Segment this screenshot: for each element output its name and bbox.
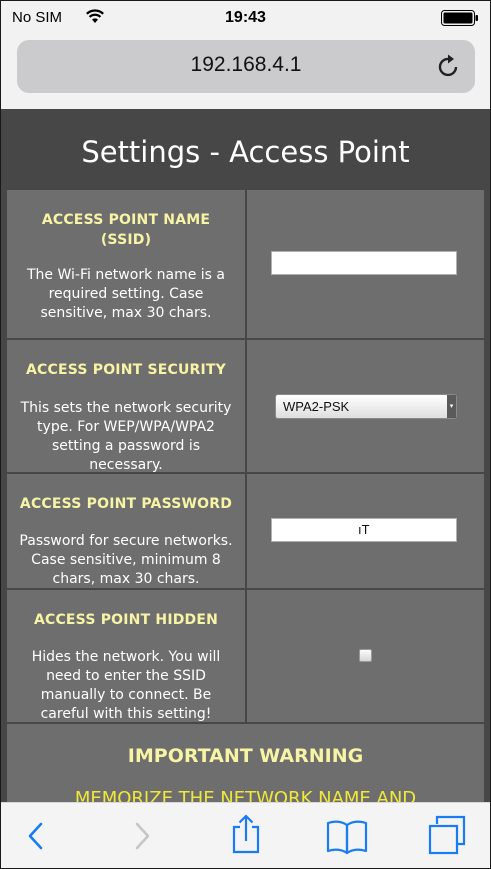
- phone-screen: No SIM 19:43 192.168.4.1 Settings - Acce…: [0, 0, 491, 869]
- password-label-cell: ACCESS POINT PASSWORD Password for secur…: [7, 474, 245, 588]
- web-content: Settings - Access Point ACCESS POINT NAM…: [1, 109, 490, 802]
- forward-icon[interactable]: [131, 819, 153, 857]
- url-text[interactable]: 192.168.4.1: [17, 53, 475, 77]
- back-icon[interactable]: [25, 819, 47, 857]
- hidden-row: ACCESS POINT HIDDEN Hides the network. Y…: [7, 590, 484, 722]
- password-input-cell: ıT: [247, 474, 484, 588]
- password-input[interactable]: ıT: [271, 518, 457, 542]
- ssid-row: ACCESS POINT NAME (SSID) The Wi-Fi netwo…: [7, 190, 484, 338]
- warning-box: IMPORTANT WARNING MEMORIZE THE NETWORK N…: [7, 724, 484, 802]
- ssid-desc-line: sensitive, max 30 chars.: [40, 305, 212, 321]
- password-desc-line: Case sensitive, minimum 8: [31, 552, 221, 568]
- page-title: Settings - Access Point: [81, 135, 410, 169]
- hidden-desc-line: Hides the network. You will: [31, 649, 221, 665]
- hidden-checkbox-cell: [247, 590, 484, 722]
- hidden-title: ACCESS POINT HIDDEN: [33, 612, 219, 628]
- security-select-value: WPA2-PSK: [283, 399, 350, 414]
- ssid-input[interactable]: [271, 251, 457, 275]
- chevron-down-icon[interactable]: ▾: [447, 395, 456, 418]
- hidden-desc-line: careful with this setting!: [40, 706, 212, 722]
- hidden-checkbox[interactable]: [359, 649, 372, 662]
- address-bar[interactable]: 192.168.4.1: [17, 40, 475, 93]
- security-desc-line: This sets the network security: [20, 400, 232, 416]
- password-desc-line: chars, max 30 chars.: [52, 571, 200, 587]
- hidden-desc-line: manually to connect. Be: [40, 687, 212, 703]
- password-title: ACCESS POINT PASSWORD: [19, 496, 233, 512]
- battery-icon: [441, 10, 478, 26]
- ssid-desc-line: The Wi-Fi network name is a: [26, 267, 225, 283]
- ssid-title: ACCESS POINT NAME: [41, 212, 211, 228]
- browser-toolbar: [1, 802, 490, 868]
- warning-title: IMPORTANT WARNING: [127, 745, 364, 767]
- hidden-label-cell: ACCESS POINT HIDDEN Hides the network. Y…: [7, 590, 245, 722]
- ssid-desc-line: required setting. Case: [48, 286, 204, 302]
- security-select[interactable]: WPA2-PSK ▾: [275, 394, 457, 419]
- clock: 19:43: [225, 9, 266, 26]
- bookmarks-icon[interactable]: [326, 817, 368, 859]
- security-select-cell: WPA2-PSK ▾: [247, 340, 484, 472]
- hidden-desc-line: need to enter the SSID: [46, 668, 206, 684]
- reload-icon[interactable]: [437, 53, 461, 83]
- tabs-icon[interactable]: [427, 815, 467, 859]
- share-icon[interactable]: [229, 813, 263, 859]
- security-label-cell: ACCESS POINT SECURITY This sets the netw…: [7, 340, 245, 473]
- security-desc-line: necessary.: [89, 457, 163, 473]
- security-row: ACCESS POINT SECURITY This sets the netw…: [7, 340, 484, 473]
- ssid-input-cell: [247, 190, 484, 338]
- security-desc-line: type. For WEP/WPA/WPA2: [37, 419, 215, 435]
- warning-text: MEMORIZE THE NETWORK NAME AND: [74, 788, 417, 802]
- password-row: ACCESS POINT PASSWORD Password for secur…: [7, 474, 484, 588]
- ssid-label-cell: ACCESS POINT NAME (SSID) The Wi-Fi netwo…: [7, 190, 245, 338]
- ssid-title-sub: (SSID): [100, 232, 152, 248]
- security-desc-line: setting a password is: [51, 438, 201, 454]
- security-title: ACCESS POINT SECURITY: [25, 362, 227, 378]
- password-desc-line: Password for secure networks.: [19, 533, 233, 549]
- status-bar: No SIM 19:43: [1, 1, 490, 35]
